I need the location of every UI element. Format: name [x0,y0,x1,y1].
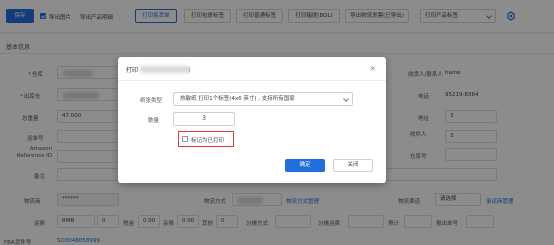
dialog-title: 打印) [126,65,190,74]
quantity-input[interactable]: 3 [173,112,235,126]
paper-type-value: 热敏纸 打印1个标签(4x6 英寸) , 支持所有国家 [180,96,295,102]
quantity-label: 数量 [148,118,160,124]
paper-type-select[interactable]: 热敏纸 打印1个标签(4x6 英寸) , 支持所有国家 [173,92,353,106]
mark-printed-label[interactable]: 标记为已打印 [191,136,224,144]
chevron-down-icon [343,96,349,102]
close-button[interactable]: 关闭 [333,159,373,172]
paper-type-label: 纸张类型 [140,98,163,104]
mark-printed-highlight: 标记为已打印 [178,131,234,147]
dialog-header: 打印) × [118,57,386,81]
confirm-button[interactable]: 确定 [285,159,325,172]
close-icon[interactable]: × [369,65,376,73]
mark-printed-checkbox[interactable] [182,136,188,142]
